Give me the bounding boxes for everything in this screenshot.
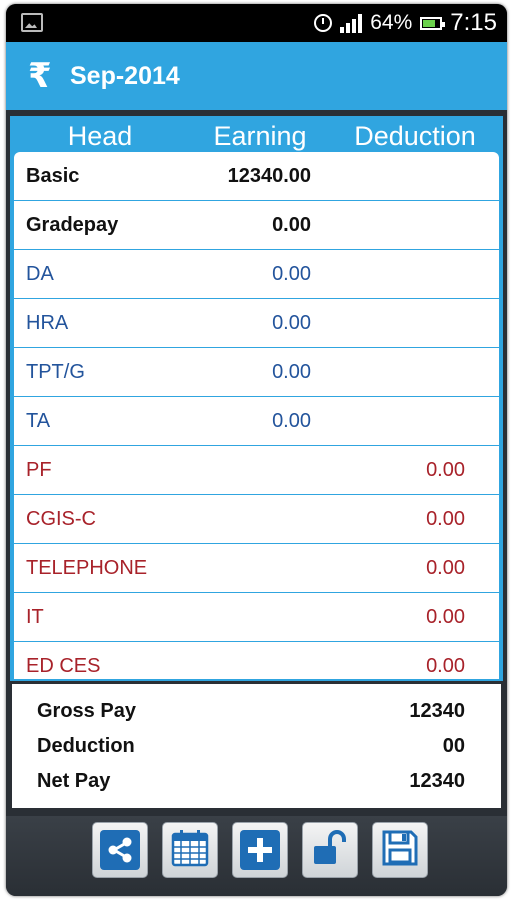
table-row[interactable]: IT 0.00 <box>14 593 499 642</box>
row-deduction: 0.00 <box>426 606 465 628</box>
column-header-deduction: Deduction <box>354 121 476 151</box>
column-header-earning: Earning <box>213 121 307 151</box>
gross-pay-value: 12340 <box>409 700 465 722</box>
row-earning: 0.00 <box>272 361 311 383</box>
deduction-row: Deduction 00 <box>12 729 501 763</box>
table-row[interactable]: PF 0.00 <box>14 446 499 495</box>
status-bar: 64% 7:15 <box>6 4 507 42</box>
gallery-notification-icon <box>21 13 43 32</box>
table-row[interactable]: TA 0.00 <box>14 397 499 446</box>
row-deduction: 0.00 <box>426 557 465 579</box>
table-row[interactable]: Basic 12340.00 <box>14 152 499 201</box>
table-row[interactable]: ED CES 0.00 <box>14 642 499 679</box>
gross-pay-row: Gross Pay 12340 <box>12 694 501 728</box>
row-head: HRA <box>26 312 69 334</box>
add-entry-button[interactable] <box>232 822 288 878</box>
row-head: PF <box>26 459 52 481</box>
table-row[interactable]: Gradepay 0.00 <box>14 201 499 250</box>
battery-percent: 64% <box>370 11 413 34</box>
net-pay-label: Net Pay <box>37 770 111 792</box>
row-earning: 0.00 <box>272 214 311 236</box>
save-button[interactable] <box>372 822 428 878</box>
table-row[interactable]: TPT/G 0.00 <box>14 348 499 397</box>
share-button[interactable] <box>92 822 148 878</box>
deduction-value: 00 <box>442 735 465 757</box>
salary-table: Head Earning Deduction Basic 12340.00 Grad… <box>10 116 503 681</box>
table-row[interactable]: CGIS-C 0.00 <box>14 495 499 544</box>
share-icon <box>100 830 140 870</box>
row-head: IT <box>26 606 44 628</box>
battery-icon <box>420 16 446 30</box>
row-head: TPT/G <box>26 361 85 383</box>
row-deduction: 0.00 <box>426 459 465 481</box>
action-bar: ₹ Sep-2014 <box>6 42 507 110</box>
phone-frame: 64% 7:15 ₹ Sep-2014 Head Earning Deducti… <box>6 4 507 896</box>
gross-pay-label: Gross Pay <box>37 700 136 722</box>
calendar-icon <box>170 828 210 873</box>
month-title: Sep-2014 <box>70 62 180 90</box>
save-icon <box>380 828 420 873</box>
row-head: TA <box>26 410 51 432</box>
row-head: DA <box>26 263 54 285</box>
column-header-head: Head <box>67 121 133 151</box>
calendar-button[interactable] <box>162 822 218 878</box>
row-earning: 0.00 <box>272 263 311 285</box>
unlock-icon <box>310 828 350 873</box>
row-head: Basic <box>26 165 80 187</box>
row-head: CGIS-C <box>26 508 96 530</box>
row-head: TELEPHONE <box>26 557 148 579</box>
row-head: Gradepay <box>26 214 119 236</box>
table-row[interactable]: TELEPHONE 0.00 <box>14 544 499 593</box>
table-header: Head Earning Deduction <box>10 116 503 152</box>
status-indicators: 64% 7:15 <box>314 4 497 42</box>
add-icon <box>240 830 280 870</box>
unlock-button[interactable] <box>302 822 358 878</box>
net-pay-row: Net Pay 12340 <box>12 764 501 798</box>
row-earning: 0.00 <box>272 410 311 432</box>
row-earning: 12340.00 <box>227 165 311 187</box>
row-deduction: 0.00 <box>426 655 465 677</box>
table-row[interactable]: DA 0.00 <box>14 250 499 299</box>
row-head: ED CES <box>26 655 101 677</box>
row-earning: 0.00 <box>272 312 311 334</box>
signal-icon <box>340 13 363 33</box>
clock: 7:15 <box>450 9 497 36</box>
rupee-icon[interactable]: ₹ <box>28 56 52 96</box>
row-deduction: 0.00 <box>426 508 465 530</box>
table-row[interactable]: HRA 0.00 <box>14 299 499 348</box>
pay-summary: Gross Pay 12340 Deduction 00 Net Pay 123… <box>10 682 503 810</box>
deduction-label: Deduction <box>37 735 135 757</box>
table-body[interactable]: Basic 12340.00 Gradepay 0.00 DA 0.00 HRA 0.00 TP… <box>14 152 499 679</box>
net-pay-value: 12340 <box>409 770 465 792</box>
bottom-toolbar <box>6 816 507 896</box>
alarm-icon <box>314 14 333 32</box>
